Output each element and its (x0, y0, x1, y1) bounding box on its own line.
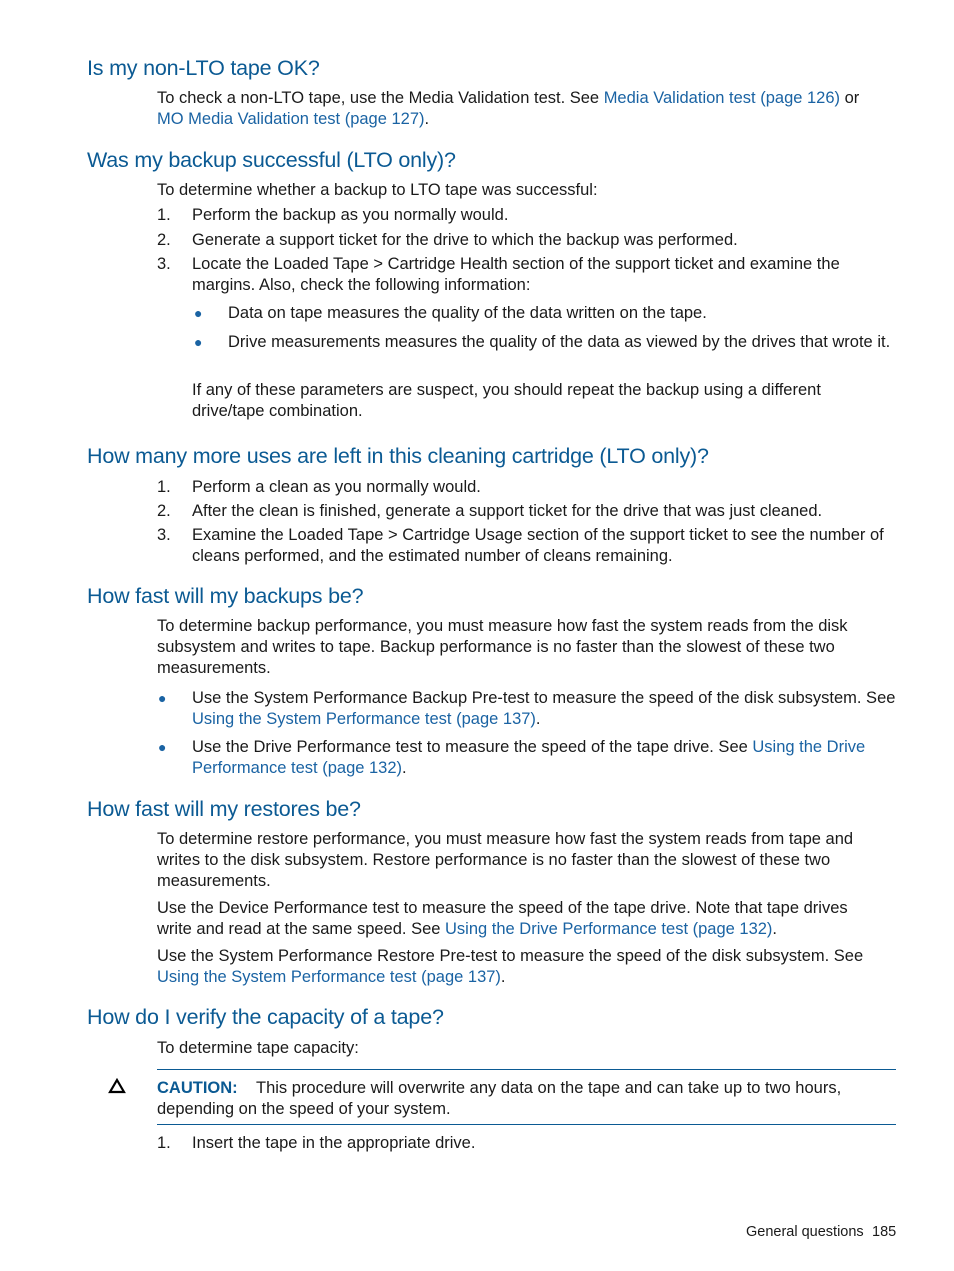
link-system-performance[interactable]: Using the System Performance test (page … (157, 968, 501, 986)
step-number: 3. (157, 255, 171, 273)
text: . (535, 710, 541, 728)
footer-section-title: General questions (746, 1224, 864, 1240)
link-drive-performance[interactable]: Using the Drive Performance test (page 1… (445, 920, 772, 938)
link-media-validation[interactable]: Media Validation test (page 126) (604, 89, 840, 107)
caution-bottom-rule (157, 1124, 896, 1125)
paragraph-non-lto: To check a non-LTO tape, use the Media V… (157, 88, 899, 130)
heading-verify-capacity: How do I verify the capacity of a tape? (87, 1005, 444, 1029)
text: Use the Drive Performance test to measur… (192, 738, 753, 756)
heading-non-lto-tape: Is my non-LTO tape OK? (87, 56, 320, 80)
heading-backup-speed: How fast will my backups be? (87, 584, 364, 608)
caution-text: This procedure will overwrite any data o… (157, 1079, 842, 1118)
bullet-icon: ● (194, 305, 203, 321)
text: To check a non-LTO tape, use the Media V… (157, 89, 604, 107)
bullet-icon: ● (158, 739, 167, 755)
step-number: 3. (157, 526, 171, 544)
heading-cleaning-cartridge: How many more uses are left in this clea… (87, 444, 709, 468)
step-text: Generate a support ticket for the drive … (192, 231, 738, 249)
step-text: Examine the Loaded Tape > Cartridge Usag… (192, 526, 884, 565)
text: . (424, 110, 430, 128)
bullet-text: Drive measurements measures the quality … (228, 333, 891, 351)
step-number: 1. (157, 478, 171, 496)
caution-label: CAUTION: (157, 1079, 238, 1097)
heading-restore-speed: How fast will my restores be? (87, 797, 361, 821)
text: . (402, 759, 407, 777)
bullet-text: Data on tape measures the quality of the… (228, 304, 707, 322)
paragraph-intro: To determine backup performance, you mus… (157, 617, 848, 677)
text: . (772, 920, 778, 938)
text: . (500, 968, 506, 986)
caution-icon (108, 1077, 126, 1100)
step-text: Locate the Loaded Tape > Cartridge Healt… (192, 255, 840, 294)
bullet-icon: ● (194, 334, 203, 350)
text: or (840, 89, 860, 107)
step-number: 1. (157, 1134, 171, 1152)
caution-top-rule (157, 1069, 896, 1070)
text: Use the System Performance Restore Pre-t… (157, 947, 864, 965)
paragraph-intro: To determine tape capacity: (157, 1039, 359, 1057)
paragraph-system-performance: Use the System Performance Restore Pre-t… (157, 946, 902, 988)
bullet-icon: ● (158, 690, 167, 706)
link-mo-media-validation[interactable]: MO Media Validation test (page 127) (157, 110, 425, 128)
step-number: 1. (157, 206, 171, 224)
link-system-performance[interactable]: Using the System Performance test (page … (192, 710, 536, 728)
caution-note: CAUTION: This procedure will overwrite a… (157, 1078, 892, 1120)
paragraph-intro: To determine whether a backup to LTO tap… (157, 181, 598, 199)
step-text: Perform a clean as you normally would. (192, 478, 481, 496)
step-text: Perform the backup as you normally would… (192, 206, 509, 224)
step-text: Insert the tape in the appropriate drive… (192, 1134, 476, 1152)
step-number: 2. (157, 231, 171, 249)
text: Use the System Performance Backup Pre-te… (192, 689, 896, 707)
paragraph-outro: If any of these parameters are suspect, … (192, 381, 821, 420)
page-number: 185 (872, 1224, 897, 1240)
bullet-text: Use the Drive Performance test to measur… (192, 737, 892, 779)
paragraph-intro: To determine restore performance, you mu… (157, 830, 854, 890)
paragraph-device-performance: Use the Device Performance test to measu… (157, 898, 877, 940)
step-number: 2. (157, 502, 171, 520)
step-text: After the clean is finished, generate a … (192, 502, 823, 520)
heading-backup-successful: Was my backup successful (LTO only)? (87, 148, 456, 172)
bullet-text: Use the System Performance Backup Pre-te… (192, 688, 898, 730)
